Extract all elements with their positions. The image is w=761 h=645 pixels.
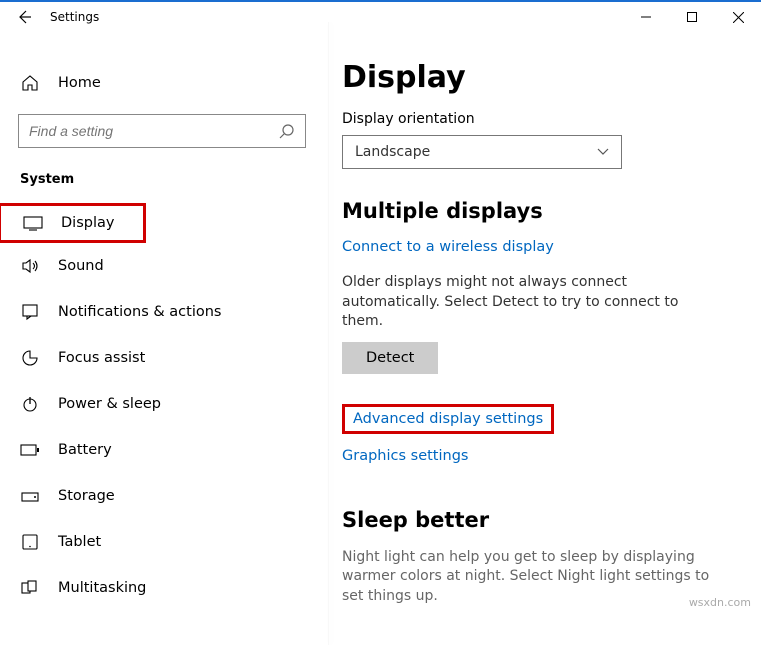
sidebar-home[interactable]: Home (0, 60, 328, 106)
focus-assist-icon (20, 349, 40, 367)
sidebar-item-storage[interactable]: Storage (0, 473, 328, 519)
sidebar-item-focus-assist[interactable]: Focus assist (0, 335, 328, 381)
sidebar-item-battery[interactable]: Battery (0, 427, 328, 473)
main-panel: Display Display orientation Landscape Mu… (328, 32, 761, 615)
search-icon (279, 123, 295, 139)
sidebar-item-sound[interactable]: Sound (0, 243, 328, 289)
sleep-better-heading: Sleep better (342, 508, 737, 532)
sidebar-section-label: System (0, 158, 328, 203)
display-icon (23, 215, 43, 231)
sidebar-item-label: Multitasking (58, 580, 146, 596)
storage-icon (20, 489, 40, 503)
notifications-icon (20, 303, 40, 321)
search-box[interactable] (18, 114, 306, 148)
sidebar-item-display[interactable]: Display (0, 203, 146, 243)
older-displays-text: Older displays might not always connect … (342, 273, 722, 332)
battery-icon (20, 444, 40, 456)
sidebar-item-label: Power & sleep (58, 396, 161, 412)
home-icon (20, 74, 40, 92)
sound-icon (20, 257, 40, 275)
sidebar-item-label: Display (61, 215, 114, 231)
close-button[interactable] (715, 1, 761, 33)
sidebar-item-power-sleep[interactable]: Power & sleep (0, 381, 328, 427)
sidebar-item-label: Storage (58, 488, 115, 504)
window-title: Settings (48, 10, 99, 24)
graphics-settings-link[interactable]: Graphics settings (342, 448, 737, 464)
sidebar-item-label: Sound (58, 258, 104, 274)
watermark: wsxdn.com (689, 596, 751, 609)
sidebar-item-label: Battery (58, 442, 112, 458)
detect-button[interactable]: Detect (342, 342, 438, 374)
advanced-display-settings-link[interactable]: Advanced display settings (342, 404, 554, 434)
sidebar-home-label: Home (58, 75, 101, 91)
sleep-better-text: Night light can help you get to sleep by… (342, 548, 722, 607)
multitasking-icon (20, 580, 40, 596)
orientation-value: Landscape (355, 144, 430, 160)
minimize-button[interactable] (623, 1, 669, 33)
back-button[interactable] (0, 9, 48, 25)
sidebar-item-notifications[interactable]: Notifications & actions (0, 289, 328, 335)
sidebar-item-label: Tablet (58, 534, 101, 550)
sidebar-item-multitasking[interactable]: Multitasking (0, 565, 328, 611)
wireless-display-link[interactable]: Connect to a wireless display (342, 239, 737, 255)
page-title: Display (342, 60, 737, 95)
sidebar-item-label: Notifications & actions (58, 304, 221, 320)
orientation-label: Display orientation (342, 111, 737, 127)
power-icon (20, 395, 40, 413)
tablet-icon (20, 534, 40, 550)
search-input[interactable] (29, 123, 279, 139)
sidebar: Home System Display Sound Notifica (0, 32, 328, 615)
orientation-dropdown[interactable]: Landscape (342, 135, 622, 169)
multiple-displays-heading: Multiple displays (342, 199, 737, 223)
maximize-button[interactable] (669, 1, 715, 33)
sidebar-item-tablet[interactable]: Tablet (0, 519, 328, 565)
sidebar-item-label: Focus assist (58, 350, 145, 366)
chevron-down-icon (597, 148, 609, 156)
